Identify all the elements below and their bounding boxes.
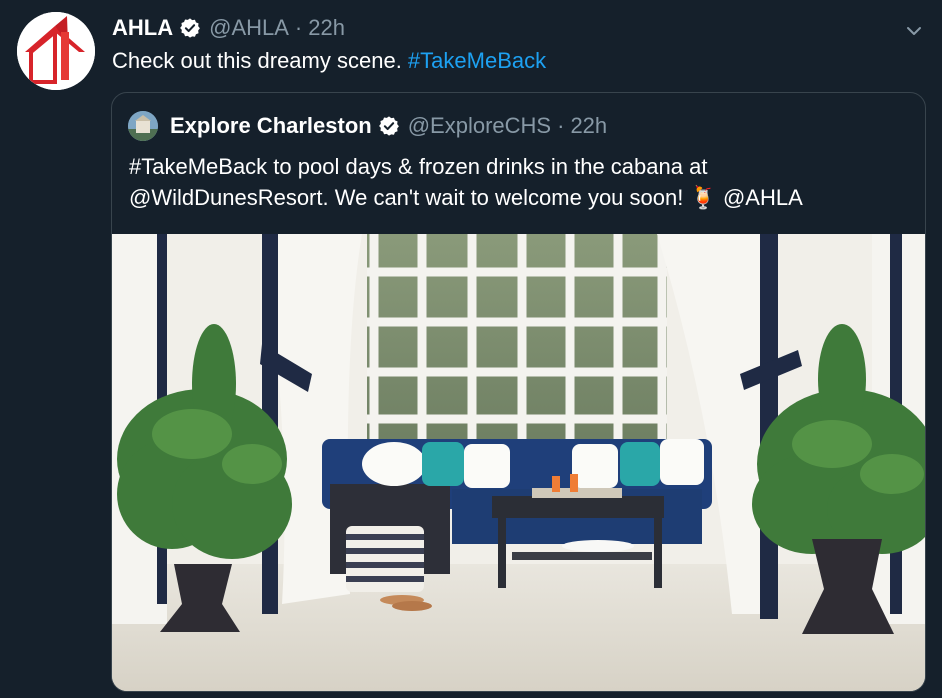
explore-charleston-avatar[interactable]	[128, 111, 158, 141]
quoted-text-line-2: @WildDunesResort. We can't wait to welco…	[129, 182, 919, 213]
verified-badge-icon	[179, 17, 201, 39]
charleston-avatar-icon	[128, 111, 158, 141]
author-handle[interactable]: @AHLA	[209, 15, 289, 41]
tweet-header: AHLA @AHLA · 22h	[112, 14, 345, 42]
mention-link[interactable]: @AHLA	[723, 185, 803, 210]
chevron-down-icon[interactable]	[901, 18, 927, 44]
quoted-text-line-1: #TakeMeBack to pool days & frozen drinks…	[129, 154, 708, 179]
quoted-tweet-header: Explore Charleston @ExploreCHS · 22h	[128, 109, 607, 143]
quoted-text-line-2-body: @WildDunesResort. We can't wait to welco…	[129, 185, 723, 210]
cabana-photo-image	[112, 234, 925, 691]
tweet[interactable]: AHLA @AHLA · 22h Check out this dreamy s…	[0, 0, 942, 698]
tweet-text-plain: Check out this dreamy scene.	[112, 48, 408, 73]
separator-dot: ·	[557, 113, 565, 138]
author-name[interactable]: AHLA	[112, 15, 173, 41]
ahla-avatar[interactable]	[17, 12, 95, 90]
cabana-photo[interactable]	[112, 234, 925, 691]
quoted-tweet[interactable]: Explore Charleston @ExploreCHS · 22h #Ta…	[111, 92, 926, 692]
hashtag-link[interactable]: #TakeMeBack	[408, 48, 546, 73]
ahla-logo-icon	[17, 12, 95, 90]
quoted-tweet-text: #TakeMeBack to pool days & frozen drinks…	[129, 151, 919, 213]
tweet-text: Check out this dreamy scene. #TakeMeBack	[112, 48, 546, 74]
quoted-tweet-timestamp[interactable]: 22h	[570, 113, 607, 139]
quoted-author-handle[interactable]: @ExploreCHS	[408, 113, 551, 139]
quoted-author-name[interactable]: Explore Charleston	[170, 113, 372, 139]
verified-badge-icon	[378, 115, 400, 137]
separator-dot: ·	[294, 15, 303, 40]
tweet-timestamp[interactable]: 22h	[308, 15, 345, 41]
